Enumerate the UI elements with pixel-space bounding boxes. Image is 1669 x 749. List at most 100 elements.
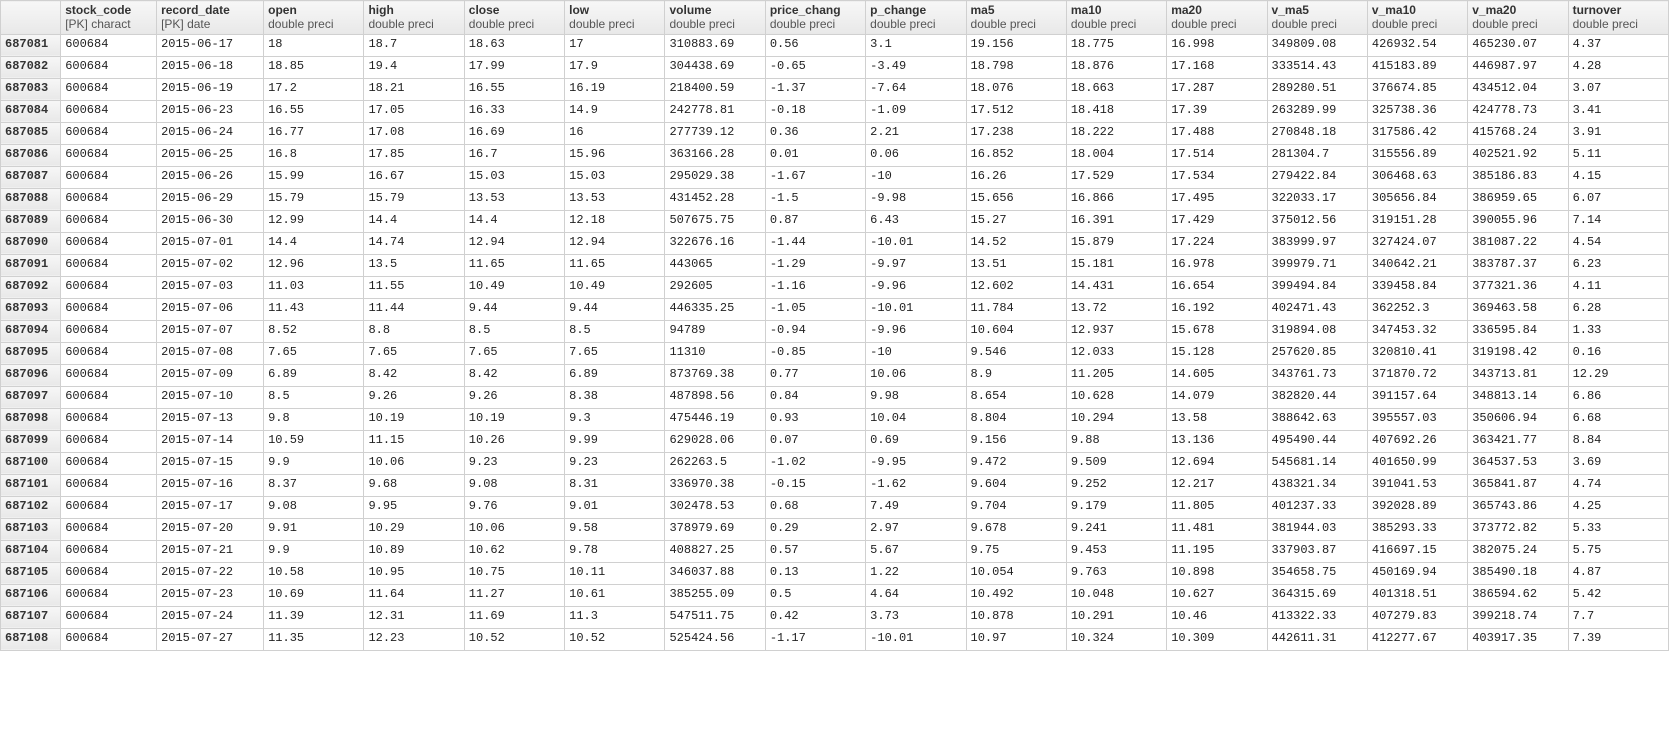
cell[interactable]: 4.15 (1568, 166, 1668, 188)
cell[interactable]: 10.89 (364, 540, 464, 562)
row-number[interactable]: 687085 (1, 122, 61, 144)
cell[interactable]: -10 (866, 166, 966, 188)
table-row[interactable]: 6870846006842015-06-2316.5517.0516.3314.… (1, 100, 1669, 122)
table-row[interactable]: 6870956006842015-07-087.657.657.657.6511… (1, 342, 1669, 364)
cell[interactable]: 2015-07-27 (157, 628, 264, 650)
cell[interactable]: 383999.97 (1267, 232, 1367, 254)
cell[interactable]: 18.21 (364, 78, 464, 100)
cell[interactable]: 17.99 (464, 56, 564, 78)
cell[interactable]: 325738.36 (1367, 100, 1467, 122)
table-row[interactable]: 6870916006842015-07-0212.9613.511.6511.6… (1, 254, 1669, 276)
cell[interactable]: 9.78 (565, 540, 665, 562)
cell[interactable]: 600684 (61, 166, 157, 188)
row-number[interactable]: 687108 (1, 628, 61, 650)
cell[interactable]: 16.852 (966, 144, 1066, 166)
cell[interactable]: 385255.09 (665, 584, 765, 606)
cell[interactable]: 2015-07-02 (157, 254, 264, 276)
cell[interactable]: 385186.83 (1468, 166, 1568, 188)
cell[interactable]: 415183.89 (1367, 56, 1467, 78)
cell[interactable]: 17.2 (264, 78, 364, 100)
table-row[interactable]: 6871056006842015-07-2210.5810.9510.7510.… (1, 562, 1669, 584)
cell[interactable]: 375012.56 (1267, 210, 1367, 232)
cell[interactable]: 600684 (61, 78, 157, 100)
cell[interactable]: 2015-07-23 (157, 584, 264, 606)
cell[interactable]: -1.5 (765, 188, 865, 210)
cell[interactable]: -10.01 (866, 232, 966, 254)
cell[interactable]: 4.87 (1568, 562, 1668, 584)
cell[interactable]: 2015-07-15 (157, 452, 264, 474)
cell[interactable]: 434512.04 (1468, 78, 1568, 100)
cell[interactable]: 629028.06 (665, 430, 765, 452)
cell[interactable]: 600684 (61, 628, 157, 650)
row-number[interactable]: 687104 (1, 540, 61, 562)
cell[interactable]: 6.86 (1568, 386, 1668, 408)
cell[interactable]: 10.19 (464, 408, 564, 430)
cell[interactable]: 310883.69 (665, 34, 765, 56)
cell[interactable]: 16.192 (1167, 298, 1267, 320)
cell[interactable]: 600684 (61, 122, 157, 144)
cell[interactable]: 17.429 (1167, 210, 1267, 232)
cell[interactable]: 9.604 (966, 474, 1066, 496)
row-number[interactable]: 687081 (1, 34, 61, 56)
cell[interactable]: 14.74 (364, 232, 464, 254)
cell[interactable]: 0.87 (765, 210, 865, 232)
cell[interactable]: 339458.84 (1367, 276, 1467, 298)
cell[interactable]: 2015-07-17 (157, 496, 264, 518)
cell[interactable]: 416697.15 (1367, 540, 1467, 562)
cell[interactable]: 12.94 (565, 232, 665, 254)
cell[interactable]: 354658.75 (1267, 562, 1367, 584)
cell[interactable]: 257620.85 (1267, 342, 1367, 364)
cell[interactable]: 10.048 (1066, 584, 1166, 606)
cell[interactable]: 15.128 (1167, 342, 1267, 364)
cell[interactable]: -0.85 (765, 342, 865, 364)
cell[interactable]: 17.529 (1066, 166, 1166, 188)
cell[interactable]: 10.06 (866, 364, 966, 386)
row-number[interactable]: 687099 (1, 430, 61, 452)
cell[interactable]: 10.49 (565, 276, 665, 298)
table-row[interactable]: 6870946006842015-07-078.528.88.58.594789… (1, 320, 1669, 342)
table-row[interactable]: 6870826006842015-06-1818.8519.417.9917.9… (1, 56, 1669, 78)
cell[interactable]: 391041.53 (1367, 474, 1467, 496)
cell[interactable]: 7.65 (565, 342, 665, 364)
cell[interactable]: 600684 (61, 496, 157, 518)
cell[interactable]: 600684 (61, 276, 157, 298)
cell[interactable]: 10.95 (364, 562, 464, 584)
cell[interactable]: 15.79 (264, 188, 364, 210)
cell[interactable]: 295029.38 (665, 166, 765, 188)
cell[interactable]: 2015-07-16 (157, 474, 264, 496)
cell[interactable]: -7.64 (866, 78, 966, 100)
cell[interactable]: 319151.28 (1367, 210, 1467, 232)
cell[interactable]: 365743.86 (1468, 496, 1568, 518)
cell[interactable]: -1.05 (765, 298, 865, 320)
cell[interactable]: 10.294 (1066, 408, 1166, 430)
cell[interactable]: 507675.75 (665, 210, 765, 232)
cell[interactable]: 16.391 (1066, 210, 1166, 232)
cell[interactable]: 600684 (61, 100, 157, 122)
cell[interactable]: 9.241 (1066, 518, 1166, 540)
cell[interactable]: 475446.19 (665, 408, 765, 430)
cell[interactable]: 600684 (61, 188, 157, 210)
cell[interactable]: 10.054 (966, 562, 1066, 584)
cell[interactable]: 495490.44 (1267, 430, 1367, 452)
column-header[interactable]: ma10double preci (1066, 1, 1166, 35)
cell[interactable]: 386959.65 (1468, 188, 1568, 210)
cell[interactable]: 10.604 (966, 320, 1066, 342)
table-row[interactable]: 6870876006842015-06-2615.9916.6715.0315.… (1, 166, 1669, 188)
cell[interactable]: 10.46 (1167, 606, 1267, 628)
cell[interactable]: 14.4 (264, 232, 364, 254)
cell[interactable]: 385293.33 (1367, 518, 1467, 540)
cell[interactable]: 16 (565, 122, 665, 144)
cell[interactable]: 408827.25 (665, 540, 765, 562)
cell[interactable]: 4.64 (866, 584, 966, 606)
cell[interactable]: 16.67 (364, 166, 464, 188)
column-header[interactable]: record_date[PK] date (157, 1, 264, 35)
cell[interactable]: 16.69 (464, 122, 564, 144)
cell[interactable]: 8.84 (1568, 430, 1668, 452)
cell[interactable]: 600684 (61, 320, 157, 342)
cell[interactable]: 12.96 (264, 254, 364, 276)
cell[interactable]: 10.97 (966, 628, 1066, 650)
cell[interactable]: 11310 (665, 342, 765, 364)
cell[interactable]: 545681.14 (1267, 452, 1367, 474)
cell[interactable]: 349809.08 (1267, 34, 1367, 56)
table-row[interactable]: 6871006006842015-07-159.910.069.239.2326… (1, 452, 1669, 474)
